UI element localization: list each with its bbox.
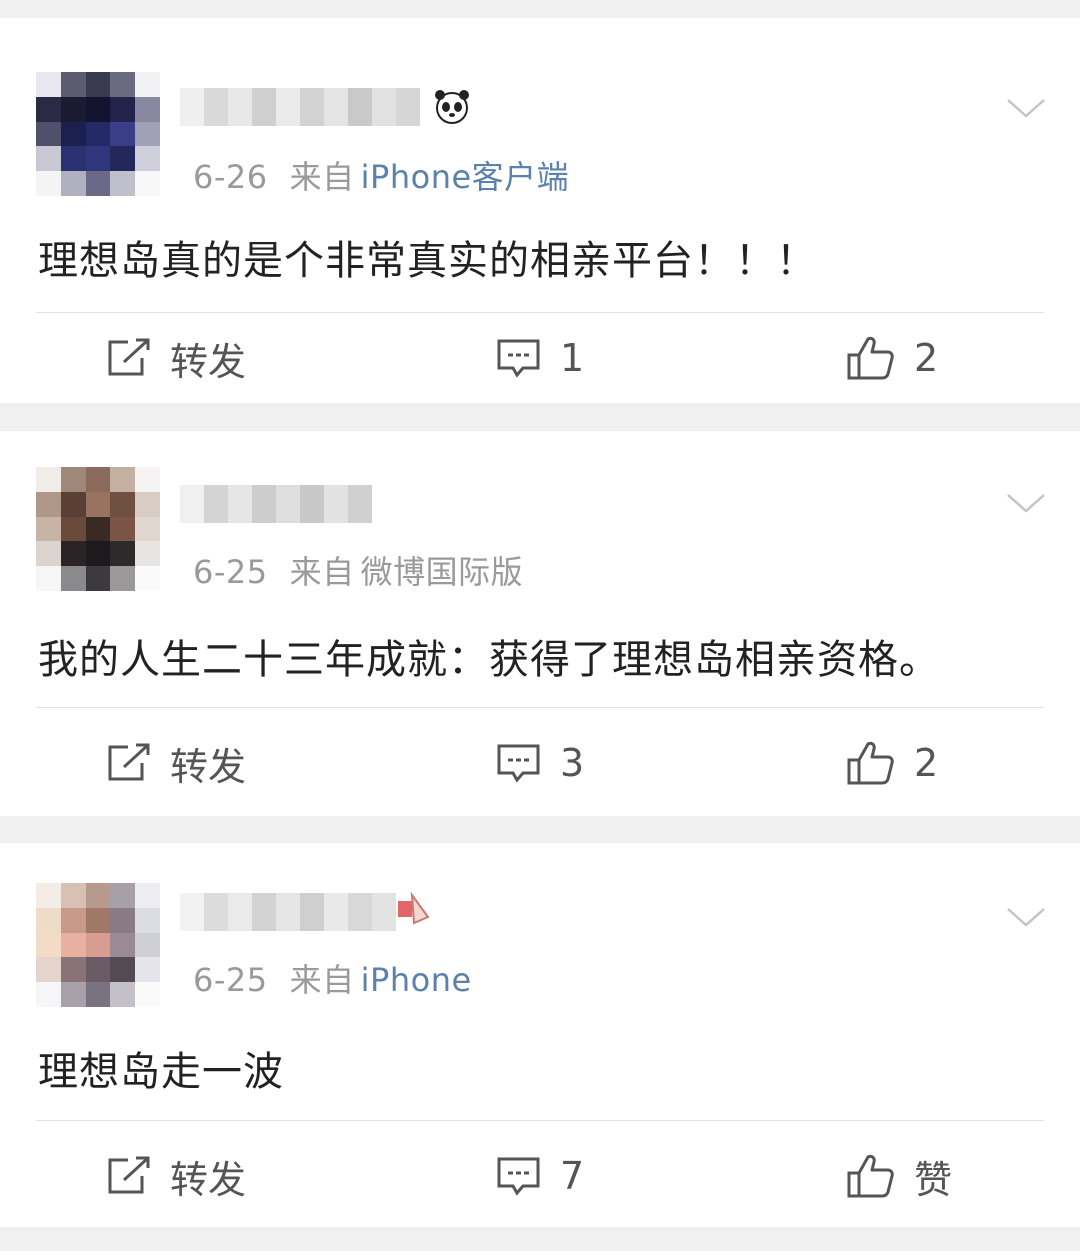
post-content: 理想岛真的是个非常真实的相亲平台！！！ <box>38 238 817 284</box>
avatar[interactable] <box>36 883 160 1007</box>
comment-icon <box>497 1157 540 1196</box>
weibo-comment-feed: 6-26来自iPhone客户端 理想岛真的是个非常真实的相亲平台！！！ 转发 <box>0 0 1080 1251</box>
action-bar: 转发 7 赞 <box>0 1131 1080 1221</box>
source-link[interactable]: iPhone <box>361 961 472 999</box>
repost-label: 转发 <box>170 1157 247 1202</box>
from-label: 来自 <box>289 961 355 999</box>
like-count: 2 <box>914 741 939 785</box>
comment-count: 7 <box>560 1154 585 1198</box>
thumbs-up-icon <box>847 336 894 380</box>
repost-icon <box>108 1156 150 1194</box>
comment-button[interactable]: 7 <box>496 1131 584 1221</box>
comment-button[interactable]: 3 <box>496 718 584 808</box>
badge-icon <box>398 891 430 925</box>
action-bar: 转发 3 2 <box>0 718 1080 808</box>
repost-icon <box>108 338 150 376</box>
username-blurred[interactable] <box>180 88 420 126</box>
like-button[interactable]: 2 <box>846 718 938 808</box>
avatar[interactable] <box>36 72 160 196</box>
avatar[interactable] <box>36 467 160 591</box>
panda-emoji-icon <box>435 90 469 124</box>
post-card: 6-25 来自微博国际版 我的人生二十三年成就：获得了理想岛相亲资格。 转发 <box>0 431 1080 816</box>
divider <box>36 1120 1044 1121</box>
from-label: 来自 <box>289 553 355 591</box>
repost-button[interactable]: 转发 <box>106 1131 246 1221</box>
comment-icon <box>497 339 540 378</box>
post-content: 我的人生二十三年成就：获得了理想岛相亲资格。 <box>38 637 940 683</box>
post-meta: 6-25 来自 微博国际版 <box>193 547 523 593</box>
repost-label: 转发 <box>170 744 247 789</box>
comment-button[interactable]: 1 <box>496 313 584 403</box>
from-label: 来自 <box>289 158 355 196</box>
username-blurred[interactable] <box>180 485 372 523</box>
chevron-down-icon[interactable] <box>1004 86 1048 130</box>
action-bar: 转发 1 2 <box>0 313 1080 403</box>
chevron-down-icon[interactable] <box>1004 895 1048 939</box>
source-link[interactable]: iPhone客户端 <box>361 158 570 196</box>
like-count: 2 <box>914 336 939 380</box>
comment-count: 3 <box>560 741 585 785</box>
source-label: 微博国际版 <box>360 553 524 591</box>
like-label: 赞 <box>914 1157 953 1202</box>
repost-button[interactable]: 转发 <box>106 718 246 808</box>
post-content: 理想岛走一波 <box>38 1049 284 1095</box>
like-button[interactable]: 赞 <box>846 1131 952 1221</box>
comment-count: 1 <box>560 336 585 380</box>
post-date: 6-26 <box>193 158 268 196</box>
post-meta: 6-25 来自 iPhone <box>193 955 472 1001</box>
thumbs-up-icon <box>847 741 894 785</box>
post-card: 6-25 来自 iPhone 理想岛走一波 转发 7 赞 <box>0 843 1080 1227</box>
post-meta: 6-26 来自 iPhone客户端 <box>193 152 569 198</box>
post-date: 6-25 <box>193 553 268 591</box>
repost-label: 转发 <box>170 339 247 384</box>
post-date: 6-25 <box>193 961 268 999</box>
thumbs-up-icon <box>847 1154 894 1198</box>
chevron-down-icon[interactable] <box>1004 481 1048 525</box>
repost-button[interactable]: 转发 <box>106 313 246 403</box>
divider <box>36 707 1044 708</box>
comment-icon <box>497 744 540 783</box>
repost-icon <box>108 743 150 781</box>
like-button[interactable]: 2 <box>846 313 938 403</box>
username-blurred[interactable] <box>180 893 396 931</box>
post-card: 6-26 来自iPhone客户端 理想岛真的是个非常真实的相亲平台！！！ 转发 <box>0 18 1080 403</box>
